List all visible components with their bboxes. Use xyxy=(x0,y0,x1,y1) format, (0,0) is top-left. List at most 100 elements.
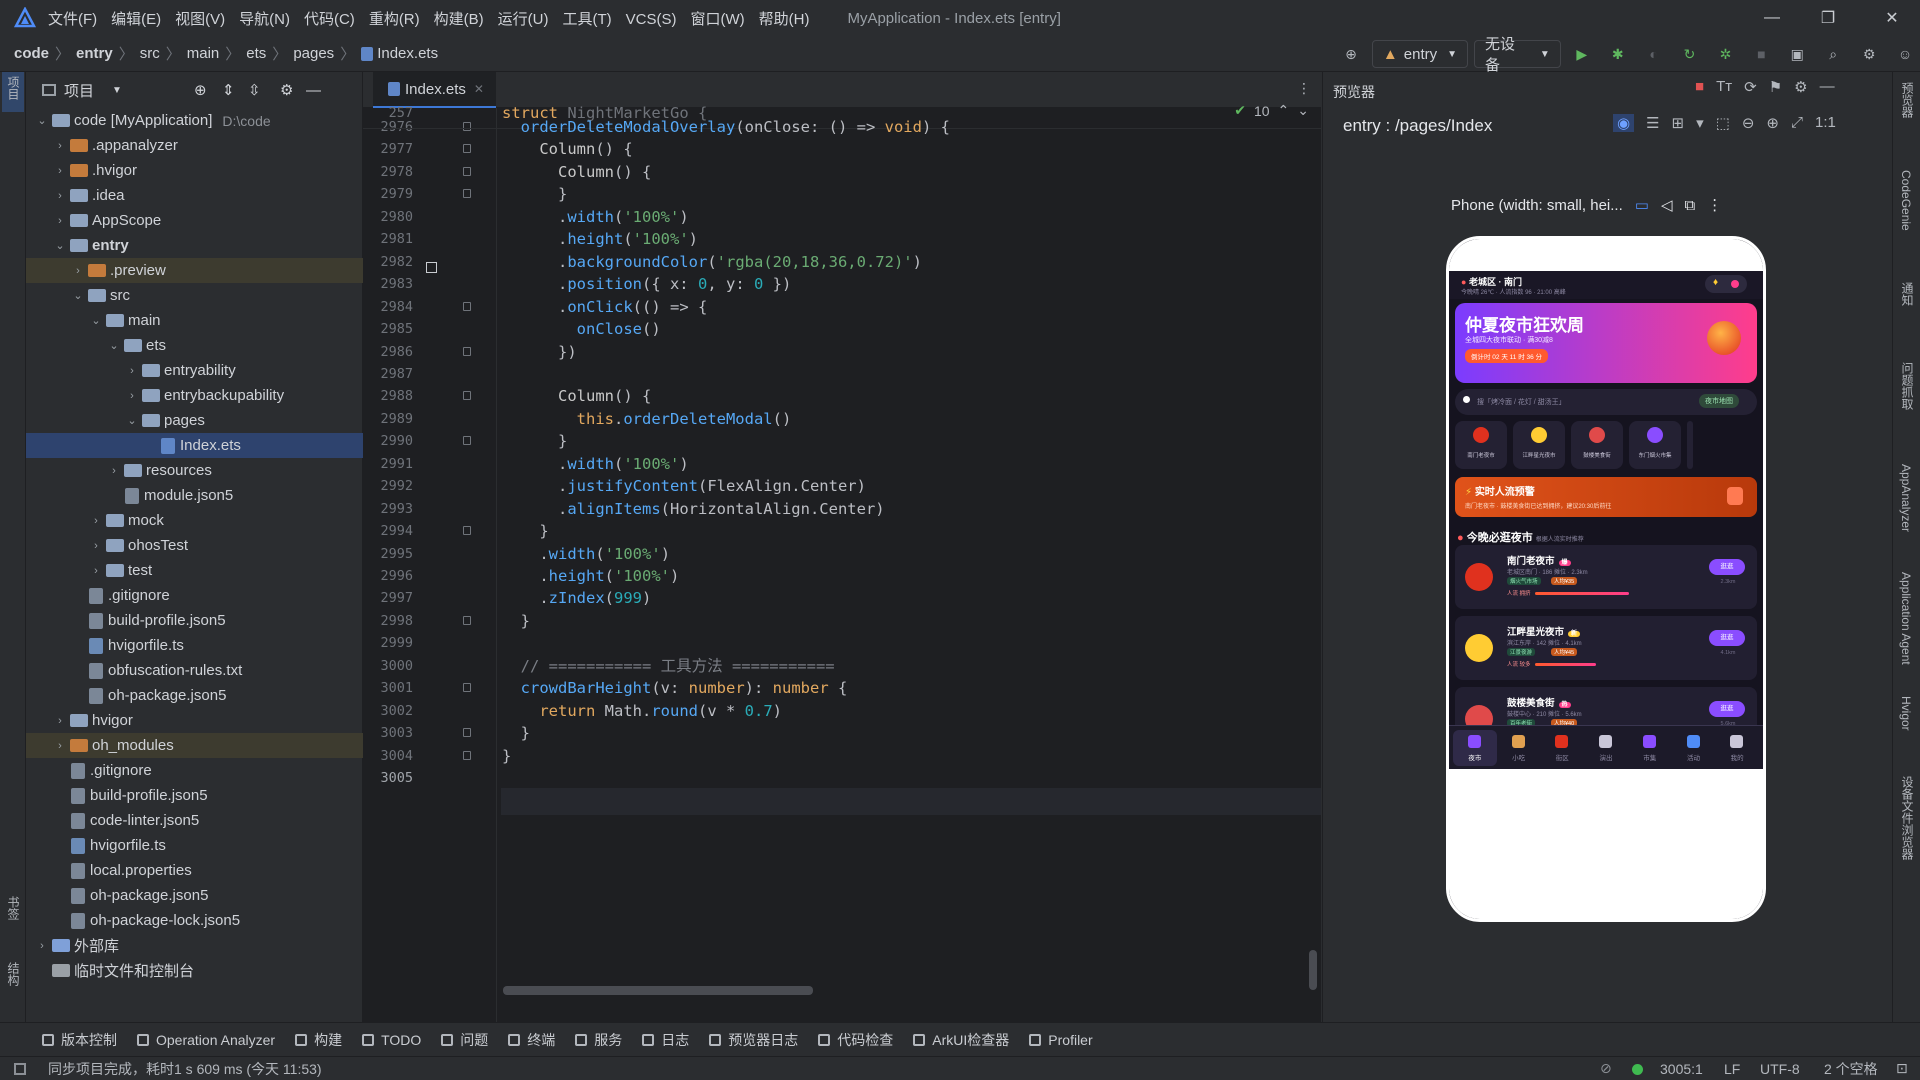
bottom-tool-1[interactable]: Operation Analyzer xyxy=(137,1032,275,1048)
phone-nav-item[interactable]: 演出 xyxy=(1584,730,1628,766)
chevron-right-icon[interactable]: › xyxy=(88,515,104,527)
stop-preview-icon[interactable]: ■ xyxy=(1695,78,1704,96)
tree-item[interactable]: › AppScope xyxy=(26,208,363,233)
bottom-tool-7[interactable]: 日志 xyxy=(642,1030,689,1050)
chevron-right-icon[interactable]: › xyxy=(52,140,68,152)
close-tab-icon[interactable]: ✕ xyxy=(474,82,484,96)
device-toggle-icon[interactable]: ▭ xyxy=(1635,196,1649,214)
fold-marker-icon[interactable] xyxy=(463,301,471,311)
chevron-right-icon[interactable]: › xyxy=(52,715,68,727)
menu-item-10[interactable]: 窗口(W) xyxy=(690,11,744,28)
reload-icon[interactable]: ↻ xyxy=(1675,39,1705,69)
hide-panel-icon[interactable]: — xyxy=(306,82,321,99)
fold-marker-icon[interactable] xyxy=(463,346,471,356)
tree-item[interactable]: oh-package-lock.json5 xyxy=(26,908,363,933)
breadcrumb-item[interactable]: src xyxy=(140,45,160,62)
lock-icon[interactable]: ⊡ xyxy=(1896,1060,1908,1077)
chevron-down-icon[interactable]: ▾ xyxy=(1696,114,1704,132)
tree-item[interactable]: › test xyxy=(26,558,363,583)
chevron-right-icon[interactable]: › xyxy=(52,740,68,752)
stop-icon[interactable]: ■ xyxy=(1746,39,1776,69)
category-item[interactable]: 南门老夜市 xyxy=(1455,421,1507,469)
market-go-button[interactable]: 逛逛 xyxy=(1709,630,1745,646)
chevron-right-icon[interactable]: › xyxy=(106,465,122,477)
tree-item[interactable]: ⌄ entry xyxy=(26,233,363,258)
tree-item[interactable]: build-profile.json5 xyxy=(26,608,363,633)
tree-item[interactable]: hvigorfile.ts xyxy=(26,833,363,858)
fold-marker-icon[interactable] xyxy=(463,122,471,131)
chevron-right-icon[interactable]: › xyxy=(88,565,104,577)
status-message[interactable]: 同步项目完成，耗时1 s 609 ms (今天 11:53) xyxy=(48,1059,322,1079)
structure-tool-button[interactable]: 结构 xyxy=(5,962,22,986)
tree-item[interactable]: › .appanalyzer xyxy=(26,133,363,158)
fold-marker-icon[interactable] xyxy=(463,166,471,176)
tree-item[interactable]: hvigorfile.ts xyxy=(26,633,363,658)
tree-item[interactable]: › entrybackupability xyxy=(26,383,363,408)
menu-item-7[interactable]: 运行(U) xyxy=(498,11,549,28)
menu-item-1[interactable]: 编辑(E) xyxy=(111,11,161,28)
phone-nav-item[interactable]: 夜市 xyxy=(1453,730,1497,766)
fold-marker-icon[interactable] xyxy=(463,615,471,625)
code-line[interactable]: } xyxy=(502,608,530,635)
tree-item[interactable]: code-linter.json5 xyxy=(26,808,363,833)
tree-item[interactable]: ⌄ main xyxy=(26,308,363,333)
breadcrumb-item[interactable]: Index.ets xyxy=(377,45,438,62)
right-tool-2[interactable]: 通知 xyxy=(1899,282,1916,306)
memory-icon[interactable]: ⊘ xyxy=(1600,1060,1612,1077)
breadcrumb-item[interactable]: pages xyxy=(293,45,334,62)
menu-item-2[interactable]: 视图(V) xyxy=(175,11,225,28)
vertical-scrollbar[interactable] xyxy=(1309,950,1317,990)
phone-nav-item[interactable]: 小吃 xyxy=(1497,730,1541,766)
profile-icon[interactable]: ◐ xyxy=(1639,39,1669,69)
code-line[interactable]: return Math.round(v * 0.7) xyxy=(502,698,782,725)
chevron-down-icon[interactable]: ▼ xyxy=(112,85,122,96)
phone-preview[interactable]: ● 老城区 · 南门 今晚晴 26℃ · 人流指数 96 · 21:00 高峰 … xyxy=(1446,236,1766,922)
settings-icon[interactable]: ⚙ xyxy=(1794,78,1807,96)
chevron-right-icon[interactable]: › xyxy=(124,365,140,377)
run-icon[interactable]: ▶ xyxy=(1567,39,1597,69)
expand-all-icon[interactable]: ⇕ xyxy=(222,81,235,99)
market-card[interactable]: 南门老夜市爆老城区南门 · 186 摊位 · 2.3km 烟火气市场 人均¥35 人流… xyxy=(1455,545,1757,609)
chevron-right-icon[interactable]: › xyxy=(52,190,68,202)
status-layout-icon[interactable] xyxy=(14,1062,26,1075)
market-card[interactable]: 江畔星光夜市新滨江东岸 · 142 摊位 · 4.1km 江景夜游 人均¥45 人流 … xyxy=(1455,616,1757,680)
code-line[interactable]: }) xyxy=(502,339,577,366)
phone-nav-item[interactable]: 市集 xyxy=(1628,730,1672,766)
font-size-icon[interactable]: Tт xyxy=(1716,78,1732,96)
fullscreen-icon[interactable]: ⤢ xyxy=(1791,114,1803,132)
bottom-tool-8[interactable]: 预览器日志 xyxy=(709,1030,798,1050)
search-bar[interactable]: 搜「烤冷面 / 花灯 / 甜汤王」 夜市地图 xyxy=(1455,389,1757,415)
chevron-down-icon[interactable]: ⌄ xyxy=(88,314,104,327)
chevron-right-icon[interactable]: › xyxy=(52,215,68,227)
right-tool-3[interactable]: 问题抓取 xyxy=(1899,362,1916,410)
menu-item-4[interactable]: 代码(C) xyxy=(304,11,355,28)
bottom-tool-5[interactable]: 终端 xyxy=(508,1030,555,1050)
hide-panel-icon[interactable]: — xyxy=(1820,78,1835,96)
breadcrumb-item[interactable]: ets xyxy=(246,45,266,62)
fold-marker-icon[interactable] xyxy=(463,728,471,738)
chevron-right-icon[interactable]: › xyxy=(34,940,50,952)
minimize-button[interactable]: — xyxy=(1744,0,1800,36)
menu-item-0[interactable]: 文件(F) xyxy=(48,11,97,28)
debug-icon[interactable]: ✱ xyxy=(1603,39,1633,69)
settings-icon[interactable]: ⚙ xyxy=(1854,39,1884,69)
zoom-in-icon[interactable]: ⊕ xyxy=(1766,114,1779,132)
category-item[interactable]: 鼓楼美食街 xyxy=(1571,421,1623,469)
ratio-icon[interactable]: 1:1 xyxy=(1815,114,1836,132)
locate-icon[interactable]: ⊕ xyxy=(194,81,207,99)
category-item[interactable]: 江畔星光夜市 xyxy=(1513,421,1565,469)
chevron-down-icon[interactable]: ⌄ xyxy=(70,289,86,302)
right-tool-0[interactable]: 预览器 xyxy=(1899,82,1916,118)
inspection-widget[interactable]: ✔ 10 ⌃ ⌄ xyxy=(1234,102,1309,119)
right-tool-4[interactable]: AppAnalyzer xyxy=(1899,464,1913,532)
zoom-out-icon[interactable]: ⊖ xyxy=(1742,114,1755,132)
horizontal-scrollbar[interactable] xyxy=(503,986,813,995)
tree-item[interactable]: ⌄ src xyxy=(26,283,363,308)
inspect-icon[interactable]: ◉ xyxy=(1613,114,1635,132)
collapse-all-icon[interactable]: ⇳ xyxy=(248,81,261,99)
tree-item[interactable]: ⌄ ets xyxy=(26,333,363,358)
tree-item[interactable]: › entryability xyxy=(26,358,363,383)
fold-marker-icon[interactable] xyxy=(463,391,471,401)
line-separator[interactable]: LF xyxy=(1724,1061,1740,1077)
code-line[interactable]: } xyxy=(502,743,511,770)
